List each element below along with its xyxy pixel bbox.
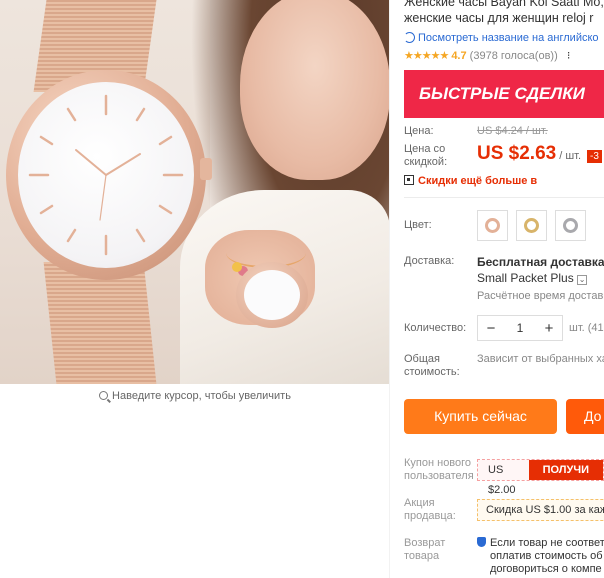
watch-face-markers bbox=[28, 94, 184, 256]
color-label: Цвет: bbox=[404, 219, 432, 231]
coupon-amount: US $2.00 bbox=[478, 460, 529, 496]
translate-title-link[interactable]: Посмотреть название на английско bbox=[404, 32, 604, 44]
delivery-section: Доставка: Бесплатная доставка в Р Small … bbox=[404, 255, 604, 302]
watch-thumbnail-icon bbox=[524, 218, 539, 233]
new-user-coupon: Купон нового пользователя US $2.00 ПОЛУЧ… bbox=[404, 457, 604, 496]
mesh-strap-bottom bbox=[43, 262, 157, 384]
flash-deals-banner: БЫСТРЫЕ СДЕЛКИ bbox=[404, 70, 604, 118]
more-icon[interactable]: ⁝ bbox=[567, 50, 571, 62]
delivery-label: Доставка: bbox=[404, 255, 455, 267]
zoom-hint: Наведите курсор, чтобы увеличить bbox=[0, 390, 390, 402]
watch-dial bbox=[18, 82, 194, 268]
total-section: Общая стоимость: Зависит от выбранных ха… bbox=[404, 353, 604, 379]
coupon-label: Купон нового пользователя bbox=[404, 457, 474, 482]
bracelet-charm bbox=[232, 262, 242, 272]
more-discounts-link[interactable]: Скидки ещё больше в bbox=[404, 175, 604, 187]
price-block: Цена: US $4.24 / шт. Цена со скидкой: US… bbox=[404, 125, 604, 187]
seller-promo-label: Акция продавца: bbox=[404, 497, 456, 522]
add-to-cart-button[interactable]: До bbox=[566, 399, 604, 434]
rating-votes-link[interactable]: (3978 голоса(ов)) bbox=[470, 50, 558, 62]
translate-icon bbox=[404, 32, 415, 43]
delivery-estimate: Расчётное время доставк bbox=[477, 290, 604, 302]
divider-vertical bbox=[389, 0, 390, 578]
stock-count: шт. (41 bbox=[569, 322, 604, 334]
seller-promo-box[interactable]: Скидка US $1.00 за кажд bbox=[477, 499, 604, 521]
watch-thumbnail-icon bbox=[563, 218, 578, 233]
color-selector: Цвет: bbox=[404, 210, 604, 241]
product-image-gallery[interactable] bbox=[0, 0, 390, 384]
coupon-box: US $2.00 ПОЛУЧИ bbox=[477, 459, 604, 496]
buy-now-button[interactable]: Купить сейчас bbox=[404, 399, 557, 434]
discount-price-label: Цена со скидкой: bbox=[404, 143, 448, 168]
color-swatch-gold[interactable] bbox=[516, 210, 547, 241]
color-swatch-rose-gold[interactable] bbox=[477, 210, 508, 241]
total-value: Зависит от выбранных хар bbox=[477, 353, 604, 365]
quantity-decrease-button[interactable]: − bbox=[478, 320, 504, 337]
product-title: Женские часы Bayan Kol Saati Mo, женские… bbox=[404, 0, 604, 25]
color-swatch-silver[interactable] bbox=[555, 210, 586, 241]
seller-promotion: Акция продавца: Скидка US $1.00 за кажд bbox=[404, 497, 604, 523]
quantity-label: Количество: bbox=[404, 321, 467, 334]
returns-text: Если товар не соответ оплатив стоимость … bbox=[477, 537, 604, 576]
watch-thumbnail-icon bbox=[485, 218, 500, 233]
shipping-method-select[interactable]: Small Packet Plus ⌄ bbox=[477, 271, 604, 285]
watch-crown bbox=[200, 158, 212, 180]
action-buttons: Купить сейчас До bbox=[404, 399, 604, 434]
rating-score: 4.7 bbox=[451, 50, 467, 62]
rating-row: ★★★★★ 4.7 (3978 голоса(ов)) ⁝ bbox=[404, 49, 604, 62]
get-coupon-button[interactable]: ПОЛУЧИ bbox=[528, 460, 603, 480]
search-icon bbox=[99, 391, 109, 400]
worn-watch-dial bbox=[244, 270, 300, 320]
chevron-down-icon: ⌄ bbox=[577, 275, 588, 285]
returns-label: Возврат товара bbox=[404, 537, 446, 562]
quantity-section: Количество: − 1 + шт. (41 bbox=[404, 315, 604, 341]
quantity-increase-button[interactable]: + bbox=[536, 320, 562, 337]
price-label: Цена: bbox=[404, 125, 434, 137]
star-rating-icon: ★★★★★ bbox=[404, 50, 449, 62]
product-info-panel: Женские часы Bayan Kol Saati Mo, женские… bbox=[404, 0, 604, 578]
section-divider bbox=[404, 197, 604, 198]
shield-icon bbox=[477, 537, 486, 547]
qr-code-icon bbox=[404, 175, 414, 185]
total-label: Общая стоимость: bbox=[404, 353, 460, 378]
quantity-input[interactable]: 1 bbox=[504, 321, 536, 335]
delivery-info: Бесплатная доставка в Р bbox=[477, 255, 604, 269]
returns-section: Возврат товара Если товар не соответ опл… bbox=[404, 537, 604, 576]
old-price: US $4.24 / шт. bbox=[477, 125, 548, 137]
quantity-stepper: − 1 + bbox=[477, 315, 563, 341]
discount-badge: -3 bbox=[587, 150, 602, 163]
price-unit: / шт. bbox=[559, 150, 582, 162]
model-face bbox=[240, 0, 390, 180]
current-price: US $2.63 bbox=[477, 143, 557, 164]
